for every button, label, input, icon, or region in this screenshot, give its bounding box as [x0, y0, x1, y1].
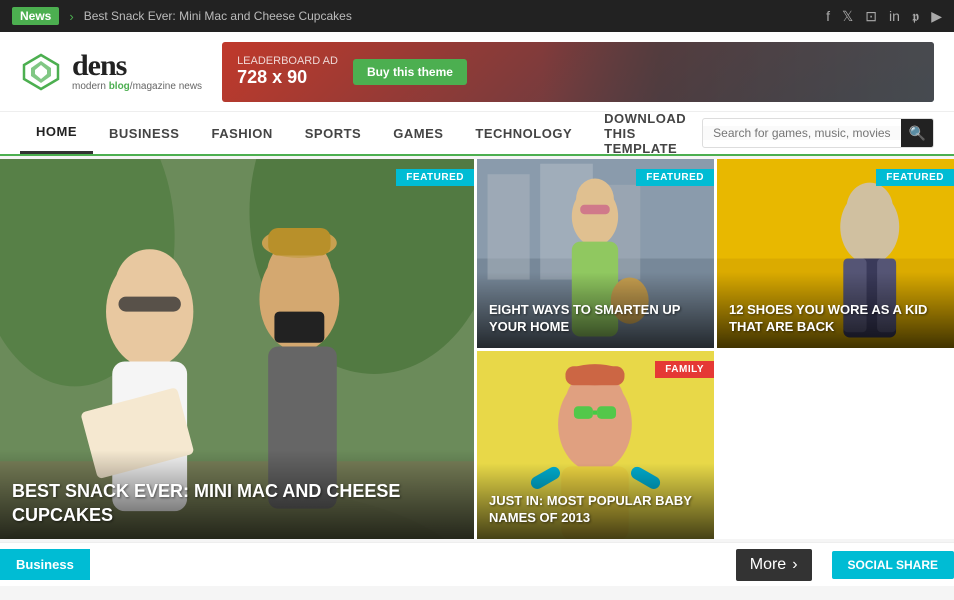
ad-size: 728 x 90	[237, 67, 338, 88]
card-title-2: EIGHT WAYS TO SMARTEN UP YOUR HOME	[489, 302, 702, 336]
card-title-1: BEST SNACK EVER: MINI MAC AND CHEESE CUP…	[12, 480, 462, 527]
card-title-overlay-2: EIGHT WAYS TO SMARTEN UP YOUR HOME	[477, 272, 714, 348]
card-shoes[interactable]: FEATURED 12 SHOES YOU WORE AS A KID THAT…	[717, 159, 954, 348]
instagram-icon[interactable]: ⊡	[865, 8, 877, 25]
featured-grid: FEATURED BEST SNACK EVER: MINI MAC AND C…	[0, 159, 954, 539]
social-share-button[interactable]: SOCIAL SHARE	[832, 551, 954, 579]
card-title-3: 12 SHOES YOU WORE AS A KID THAT ARE BACK	[729, 302, 942, 336]
nav-item-home[interactable]: HOME	[20, 112, 93, 154]
more-button[interactable]: More ›	[736, 549, 812, 581]
logo-area: dens modern blog/magazine news	[20, 51, 202, 93]
top-bar: News › Best Snack Ever: Mini Mac and Che…	[0, 0, 954, 32]
nav-item-games[interactable]: GAMES	[377, 112, 459, 154]
more-arrow-icon: ›	[792, 556, 797, 574]
nav-item-download[interactable]: DOWNLOAD THIS TEMPLATE	[588, 112, 702, 154]
search-input[interactable]	[703, 126, 901, 140]
nav-item-business[interactable]: BUSINESS	[93, 112, 195, 154]
twitter-icon[interactable]: 𝕏	[842, 8, 853, 25]
card-badge-featured-2: FEATURED	[636, 169, 714, 186]
nav: HOME BUSINESS FASHION SPORTS GAMES TECHN…	[0, 112, 954, 156]
ad-label: LEADERBOARD AD	[237, 55, 338, 67]
card-fashion[interactable]: FEATURED EIGHT WAYS TO SMARTEN UP YOUR H…	[477, 159, 714, 348]
youtube-icon[interactable]: ▶	[931, 8, 942, 25]
bottom-bar: Business More › SOCIAL SHARE	[0, 542, 954, 586]
top-bar-socials: f 𝕏 ⊡ in 𝖕 ▶	[826, 8, 942, 25]
search-button[interactable]: 🔍	[901, 118, 933, 148]
business-tag[interactable]: Business	[0, 549, 90, 580]
news-tag[interactable]: News	[12, 7, 59, 25]
logo-icon	[20, 51, 62, 93]
nav-item-sports[interactable]: SPORTS	[289, 112, 377, 154]
card-title-overlay-4: JUST IN: MOST POPULAR BABY NAMES OF 2013	[477, 463, 714, 539]
card-title-4: JUST IN: MOST POPULAR BABY NAMES OF 2013	[489, 493, 702, 527]
pinterest-icon[interactable]: 𝖕	[912, 8, 919, 25]
nav-search: 🔍	[702, 118, 934, 148]
card-travel[interactable]: FEATURED BEST SNACK EVER: MINI MAC AND C…	[0, 159, 474, 539]
nav-item-technology[interactable]: TECHNOLOGY	[459, 112, 588, 154]
header: dens modern blog/magazine news LEADERBOA…	[0, 32, 954, 112]
card-baby[interactable]: FAMILY JUST IN: MOST POPULAR BABY NAMES …	[477, 351, 714, 540]
ad-banner: LEADERBOARD AD 728 x 90 Buy this theme	[222, 42, 934, 102]
top-bar-arrow: ›	[69, 9, 73, 24]
more-area: More ›	[736, 549, 812, 581]
logo-name: dens	[72, 51, 202, 81]
nav-item-fashion[interactable]: FASHION	[195, 112, 288, 154]
top-bar-headline: Best Snack Ever: Mini Mac and Cheese Cup…	[84, 9, 816, 23]
facebook-icon[interactable]: f	[826, 8, 830, 24]
logo-tagline: modern blog/magazine news	[72, 81, 202, 92]
linkedin-icon[interactable]: in	[889, 8, 900, 24]
nav-items: HOME BUSINESS FASHION SPORTS GAMES TECHN…	[20, 112, 702, 154]
ad-text: LEADERBOARD AD 728 x 90	[237, 55, 338, 88]
card-title-overlay-3: 12 SHOES YOU WORE AS A KID THAT ARE BACK	[717, 272, 954, 348]
card-title-overlay-1: BEST SNACK EVER: MINI MAC AND CHEESE CUP…	[0, 450, 474, 539]
featured-section: FEATURED BEST SNACK EVER: MINI MAC AND C…	[0, 159, 954, 539]
card-badge-featured-3: FEATURED	[876, 169, 954, 186]
card-badge-featured-1: FEATURED	[396, 169, 474, 186]
ad-image-overlay	[542, 42, 934, 102]
ad-buy-button[interactable]: Buy this theme	[353, 59, 467, 85]
card-badge-family: FAMILY	[655, 361, 714, 378]
more-label: More	[750, 556, 786, 574]
logo-text: dens modern blog/magazine news	[72, 51, 202, 92]
